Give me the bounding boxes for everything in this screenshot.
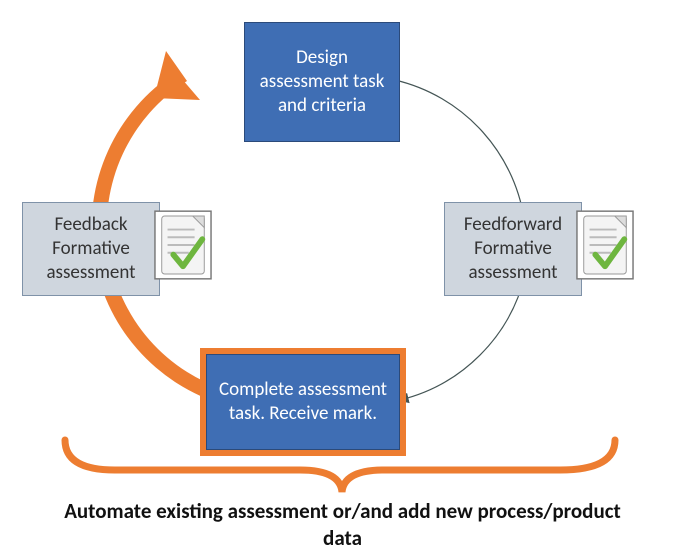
assessment-cycle-diagram: Design assessment task and criteria Feed… — [0, 0, 685, 555]
node-feedback: Feedback Formative assessment — [22, 202, 160, 296]
node-design-label: Design assessment task and criteria — [251, 46, 393, 117]
node-complete-label: Complete assessment task. Receive mark. — [213, 378, 393, 426]
node-feedback-label: Feedback Formative assessment — [29, 213, 153, 284]
diagram-caption: Automate existing assessment or/and add … — [60, 498, 625, 553]
document-check-icon — [576, 210, 634, 285]
node-feedforward: Feedforward Formative assessment — [444, 202, 582, 296]
document-check-icon — [154, 210, 212, 285]
node-feedforward-label: Feedforward Formative assessment — [451, 213, 575, 284]
node-design: Design assessment task and criteria — [244, 22, 400, 142]
node-complete-frame: Complete assessment task. Receive mark. — [200, 348, 406, 456]
node-complete: Complete assessment task. Receive mark. — [206, 354, 400, 450]
